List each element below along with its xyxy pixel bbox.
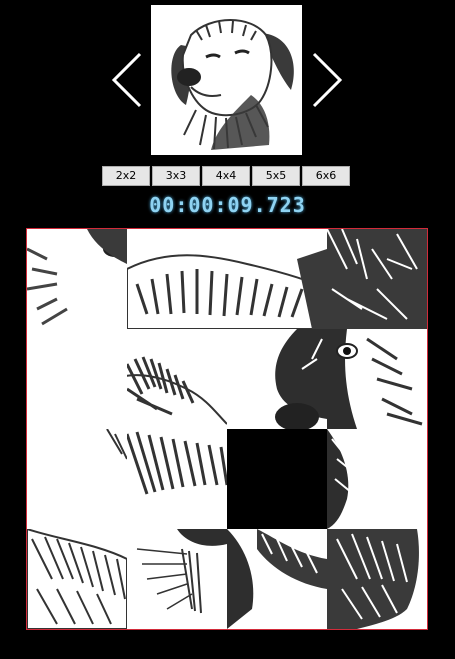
dog-sketch-icon (151, 5, 302, 155)
puzzle-tile[interactable] (327, 329, 427, 429)
size-2x2-button[interactable]: 2x2 (102, 166, 150, 186)
puzzle-tile[interactable] (327, 529, 427, 629)
puzzle-tile[interactable] (327, 229, 427, 329)
puzzle-tile[interactable] (27, 229, 127, 329)
chevron-right-icon[interactable] (310, 52, 344, 108)
puzzle-board (26, 228, 428, 630)
size-6x6-button[interactable]: 6x6 (302, 166, 350, 186)
grid-size-selector: 2x2 3x3 4x4 5x5 6x6 (102, 166, 350, 186)
preview-image (151, 5, 302, 155)
size-3x3-button[interactable]: 3x3 (152, 166, 200, 186)
empty-tile (227, 429, 327, 529)
puzzle-tile[interactable] (127, 229, 327, 329)
puzzle-tile[interactable] (127, 329, 227, 429)
size-4x4-button[interactable]: 4x4 (202, 166, 250, 186)
puzzle-tile[interactable] (327, 429, 427, 529)
puzzle-tile[interactable] (127, 529, 227, 629)
puzzle-tile[interactable] (27, 529, 127, 629)
puzzle-app: 2x2 3x3 4x4 5x5 6x6 00:00:09.723 (0, 0, 455, 659)
puzzle-tile[interactable] (127, 429, 227, 529)
puzzle-tile[interactable] (27, 429, 127, 529)
puzzle-tile[interactable] (227, 529, 327, 629)
puzzle-tile[interactable] (27, 329, 127, 429)
chevron-left-icon[interactable] (110, 52, 144, 108)
size-5x5-button[interactable]: 5x5 (252, 166, 300, 186)
puzzle-tile[interactable] (227, 329, 327, 429)
elapsed-timer: 00:00:09.723 (149, 193, 306, 217)
